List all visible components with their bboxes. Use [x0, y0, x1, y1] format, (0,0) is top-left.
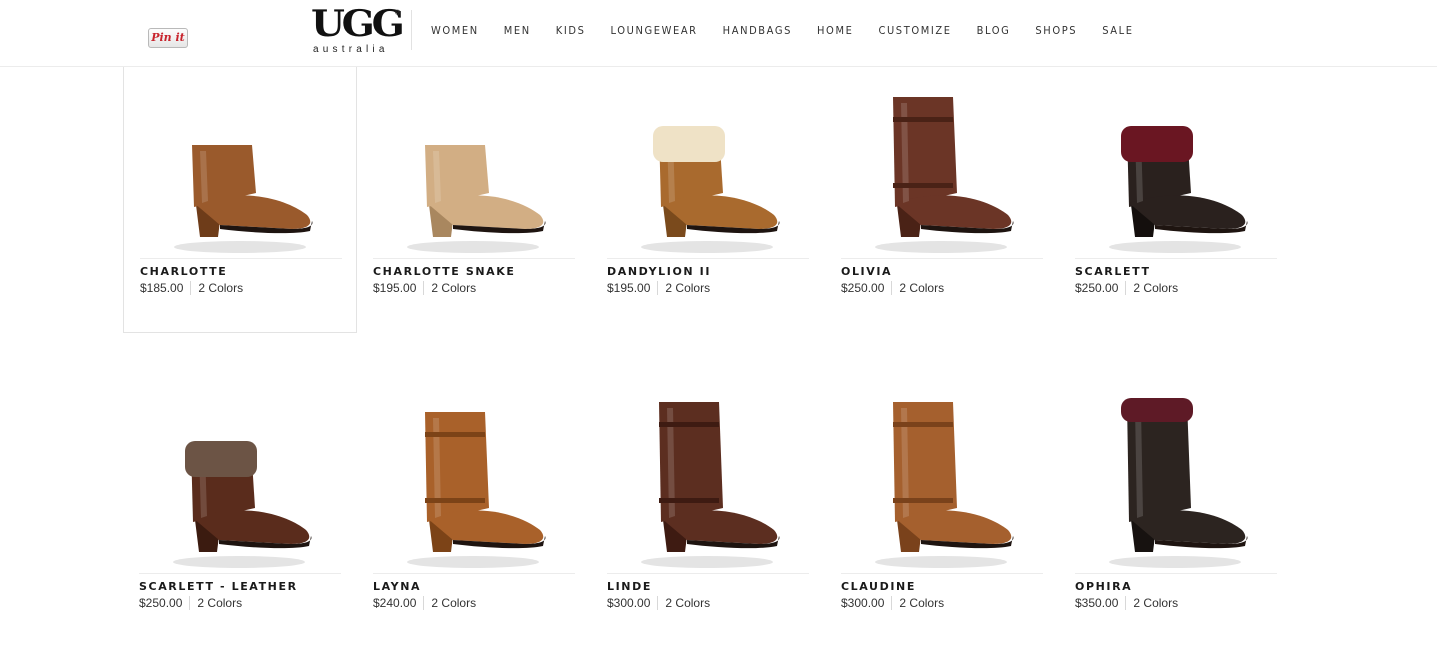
- product-price: $185.00: [140, 281, 192, 295]
- product-price: $250.00: [841, 281, 893, 295]
- product-price: $250.00: [139, 596, 191, 610]
- product-meta: $300.00 2 Colors: [841, 596, 944, 610]
- product-colors[interactable]: 2 Colors: [1133, 281, 1178, 295]
- product-price: $300.00: [607, 596, 659, 610]
- product-meta: $250.00 2 Colors: [1075, 281, 1178, 295]
- product-name[interactable]: DANDYLION II: [607, 265, 711, 278]
- card-divider: [140, 258, 342, 259]
- product-name[interactable]: CHARLOTTE SNAKE: [373, 265, 516, 278]
- product-meta: $195.00 2 Colors: [607, 281, 710, 295]
- nav-home[interactable]: HOME: [817, 24, 853, 37]
- card-divider: [1075, 573, 1277, 574]
- product-image[interactable]: [373, 390, 575, 570]
- site-header: Pin it UGG ® australia WOMEN MEN KIDS LO…: [0, 0, 1437, 67]
- product-image[interactable]: [1075, 390, 1277, 570]
- product-colors[interactable]: 2 Colors: [197, 596, 242, 610]
- product-colors[interactable]: 2 Colors: [198, 281, 243, 295]
- product-name[interactable]: CHARLOTTE: [140, 265, 227, 278]
- product-meta: $250.00 2 Colors: [841, 281, 944, 295]
- pinit-button[interactable]: Pin it: [148, 28, 188, 48]
- product-name[interactable]: CLAUDINE: [841, 580, 916, 593]
- product-name[interactable]: SCARLETT - LEATHER: [139, 580, 298, 593]
- product-price: $350.00: [1075, 596, 1127, 610]
- logo-registered-mark: ®: [395, 10, 401, 17]
- nav-blog[interactable]: BLOG: [977, 24, 1011, 37]
- product-meta: $350.00 2 Colors: [1075, 596, 1178, 610]
- product-card[interactable]: SCARLETT - LEATHER $250.00 2 Colors: [123, 382, 357, 648]
- product-card[interactable]: OLIVIA $250.00 2 Colors: [825, 67, 1059, 333]
- product-colors[interactable]: 2 Colors: [899, 281, 944, 295]
- nav-loungewear[interactable]: LOUNGEWEAR: [611, 24, 698, 37]
- product-meta: $300.00 2 Colors: [607, 596, 710, 610]
- product-name[interactable]: SCARLETT: [1075, 265, 1151, 278]
- product-name[interactable]: OLIVIA: [841, 265, 892, 278]
- product-meta: $185.00 2 Colors: [140, 281, 243, 295]
- product-meta: $195.00 2 Colors: [373, 281, 476, 295]
- product-card[interactable]: CHARLOTTE $185.00 2 Colors: [123, 67, 357, 333]
- product-colors[interactable]: 2 Colors: [665, 281, 710, 295]
- card-divider: [373, 258, 575, 259]
- header-divider: [411, 10, 412, 50]
- card-divider: [373, 573, 575, 574]
- product-card[interactable]: DANDYLION II $195.00 2 Colors: [591, 67, 825, 333]
- product-card[interactable]: OPHIRA $350.00 2 Colors: [1059, 382, 1293, 648]
- product-colors[interactable]: 2 Colors: [431, 281, 476, 295]
- card-divider: [841, 573, 1043, 574]
- product-image[interactable]: [841, 75, 1043, 255]
- nav-handbags[interactable]: HANDBAGS: [723, 24, 792, 37]
- product-card[interactable]: SCARLETT $250.00 2 Colors: [1059, 67, 1293, 333]
- product-card[interactable]: CHARLOTTE SNAKE $195.00 2 Colors: [357, 67, 591, 333]
- product-card[interactable]: LAYNA $240.00 2 Colors: [357, 382, 591, 648]
- product-meta: $240.00 2 Colors: [373, 596, 476, 610]
- product-colors[interactable]: 2 Colors: [1133, 596, 1178, 610]
- product-price: $195.00: [607, 281, 659, 295]
- main-nav: WOMEN MEN KIDS LOUNGEWEAR HANDBAGS HOME …: [431, 24, 1159, 37]
- product-price: $250.00: [1075, 281, 1127, 295]
- product-colors[interactable]: 2 Colors: [899, 596, 944, 610]
- product-card[interactable]: LINDE $300.00 2 Colors: [591, 382, 825, 648]
- product-colors[interactable]: 2 Colors: [665, 596, 710, 610]
- product-meta: $250.00 2 Colors: [139, 596, 242, 610]
- nav-sale[interactable]: SALE: [1102, 24, 1133, 37]
- nav-customize[interactable]: CUSTOMIZE: [878, 24, 951, 37]
- product-price: $195.00: [373, 281, 425, 295]
- product-name[interactable]: LINDE: [607, 580, 652, 593]
- nav-men[interactable]: MEN: [504, 24, 531, 37]
- product-image[interactable]: [607, 390, 809, 570]
- nav-kids[interactable]: KIDS: [556, 24, 586, 37]
- card-divider: [139, 573, 341, 574]
- product-card[interactable]: CLAUDINE $300.00 2 Colors: [825, 382, 1059, 648]
- ugg-logo[interactable]: UGG ® australia: [311, 3, 405, 56]
- product-image[interactable]: [841, 390, 1043, 570]
- card-divider: [607, 573, 809, 574]
- product-price: $300.00: [841, 596, 893, 610]
- card-divider: [607, 258, 809, 259]
- card-divider: [841, 258, 1043, 259]
- product-image[interactable]: [373, 75, 575, 255]
- product-name[interactable]: LAYNA: [373, 580, 421, 593]
- product-colors[interactable]: 2 Colors: [431, 596, 476, 610]
- logo-subtitle: australia: [313, 44, 389, 55]
- product-image[interactable]: [1075, 75, 1277, 255]
- product-image[interactable]: [139, 390, 341, 570]
- card-divider: [1075, 258, 1277, 259]
- logo-wordmark: UGG: [311, 3, 405, 45]
- product-price: $240.00: [373, 596, 425, 610]
- product-name[interactable]: OPHIRA: [1075, 580, 1132, 593]
- nav-shops[interactable]: SHOPS: [1035, 24, 1077, 37]
- nav-women[interactable]: WOMEN: [431, 24, 479, 37]
- product-image[interactable]: [140, 75, 342, 255]
- product-image[interactable]: [607, 75, 809, 255]
